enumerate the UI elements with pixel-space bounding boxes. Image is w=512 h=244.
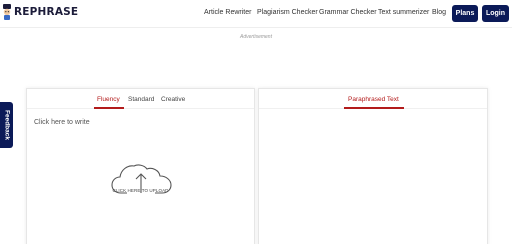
mode-tabs: Fluency Standard Creative xyxy=(27,89,254,109)
output-panel: Paraphrased Text xyxy=(258,88,488,244)
input-textarea[interactable]: Click here to write xyxy=(34,119,90,126)
nav-plagiarism-checker[interactable]: Plagiarism Checker xyxy=(257,9,318,16)
login-button[interactable]: Login xyxy=(482,5,509,22)
tab-paraphrased-text[interactable]: Paraphrased Text xyxy=(348,96,399,103)
nav-grammar-checker[interactable]: Grammar Checker xyxy=(319,9,377,16)
tab-fluency[interactable]: Fluency xyxy=(97,96,120,103)
output-area xyxy=(259,110,487,244)
logo-text: REPHRASE xyxy=(14,6,79,18)
top-navbar: REPHRASE Article Rewriter Plagiarism Che… xyxy=(0,0,512,28)
tab-creative[interactable]: Creative xyxy=(161,96,185,103)
tab-standard[interactable]: Standard xyxy=(128,96,154,103)
output-tab-indicator xyxy=(344,107,404,109)
logo[interactable]: REPHRASE xyxy=(2,3,78,21)
nav-article-rewriter[interactable]: Article Rewriter xyxy=(204,9,251,16)
input-panel: Fluency Standard Creative Click here to … xyxy=(26,88,255,244)
plans-button[interactable]: Plans xyxy=(452,5,478,22)
logo-icon xyxy=(2,3,12,21)
feedback-label: Feedback xyxy=(3,110,10,140)
output-tabs: Paraphrased Text xyxy=(259,89,487,109)
feedback-tab[interactable]: Feedback xyxy=(0,102,13,148)
active-tab-indicator xyxy=(94,107,124,109)
upload-label[interactable]: CLICK HERE TO UPLOAD xyxy=(27,188,254,193)
nav-blog[interactable]: Blog xyxy=(432,9,446,16)
nav-text-summerizer[interactable]: Text summerizer xyxy=(378,9,429,16)
advertisement-label: Advertisement xyxy=(240,34,272,40)
